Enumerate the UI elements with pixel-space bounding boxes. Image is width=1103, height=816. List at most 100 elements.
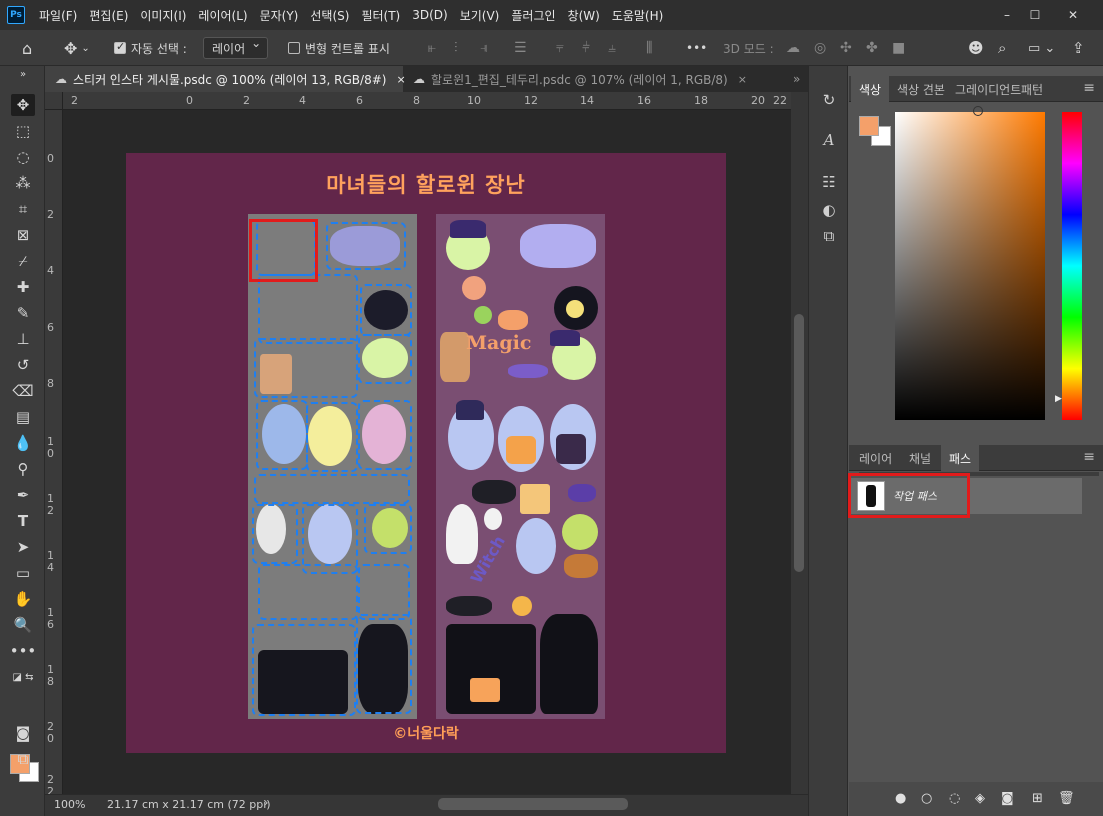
- user-icon[interactable]: ☻: [968, 30, 984, 66]
- marquee-tool-icon[interactable]: ⬚: [11, 120, 35, 142]
- fill-path-icon[interactable]: ●: [895, 791, 906, 806]
- status-arrow-icon[interactable]: ›: [264, 796, 268, 809]
- lasso-tool-icon[interactable]: ◌: [11, 146, 35, 168]
- align-top-icon[interactable]: ⫧: [556, 30, 564, 66]
- menu-help[interactable]: 도움말(H): [606, 7, 670, 24]
- crop-tool-icon[interactable]: ⌗: [11, 198, 35, 220]
- panel-menu-icon[interactable]: ≡: [1083, 449, 1095, 465]
- horizontal-scroll-thumb[interactable]: [438, 798, 628, 810]
- 3d-camera-icon[interactable]: ■: [892, 30, 905, 66]
- hue-slider-handle-icon[interactable]: ▶: [1055, 394, 1062, 404]
- brush-tool-icon[interactable]: ✎: [11, 302, 35, 324]
- character-panel-icon[interactable]: A: [817, 128, 841, 152]
- eraser-tool-icon[interactable]: ⌫: [11, 380, 35, 402]
- share-icon[interactable]: ⇪: [1072, 30, 1085, 66]
- 3d-orbit-icon[interactable]: ☁: [786, 30, 800, 66]
- menu-image[interactable]: 이미지(I): [134, 7, 192, 24]
- close-window-button[interactable]: ✕: [1058, 0, 1088, 30]
- restore-button[interactable]: ☐: [1020, 0, 1050, 30]
- rectangle-tool-icon[interactable]: ▭: [11, 562, 35, 584]
- magic-wand-tool-icon[interactable]: ⁂: [11, 172, 35, 194]
- more-tools-icon[interactable]: •••: [10, 640, 37, 662]
- menu-3d[interactable]: 3D(D): [406, 8, 453, 22]
- home-icon[interactable]: ⌂: [22, 30, 32, 66]
- healing-brush-icon[interactable]: ✚: [11, 276, 35, 298]
- vertical-scrollbar[interactable]: [791, 92, 808, 794]
- menu-view[interactable]: 보기(V): [454, 7, 506, 24]
- history-brush-icon[interactable]: ↺: [11, 354, 35, 376]
- sticker-sheet-paths[interactable]: [248, 214, 417, 719]
- tab-patterns[interactable]: 패턴: [1013, 76, 1051, 102]
- hand-tool-icon[interactable]: ✋: [11, 588, 35, 610]
- auto-select-checkbox[interactable]: [114, 40, 126, 54]
- hue-slider[interactable]: [1062, 112, 1082, 420]
- type-tool-icon[interactable]: T: [11, 510, 35, 532]
- screen-mode-icon[interactable]: ⧉: [11, 748, 35, 770]
- dodge-tool-icon[interactable]: ⚲: [11, 458, 35, 480]
- zoom-level[interactable]: 100%: [54, 798, 85, 811]
- transform-checkbox[interactable]: [288, 42, 300, 54]
- color-picker-cursor[interactable]: [973, 106, 983, 116]
- 3d-slide-icon[interactable]: ✤: [866, 30, 878, 66]
- make-path-icon[interactable]: ◈: [975, 791, 985, 806]
- align-right-icon[interactable]: ⫣: [480, 30, 488, 66]
- history-panel-icon[interactable]: ↻: [817, 88, 841, 112]
- align-middle-icon[interactable]: ⫩: [582, 30, 590, 66]
- libraries-panel-icon[interactable]: ⧉: [817, 224, 841, 248]
- document-canvas[interactable]: [126, 153, 726, 753]
- default-colors-icon[interactable]: ◪ ⇆: [11, 666, 35, 688]
- sticker-sheet-preview[interactable]: Magic Witch: [436, 214, 605, 719]
- move-tool-preset-icon[interactable]: ✥ ⌄: [64, 30, 90, 66]
- menu-filter[interactable]: 필터(T): [355, 7, 406, 24]
- more-options-button[interactable]: •••: [686, 30, 707, 66]
- menu-plugins[interactable]: 플러그인: [505, 7, 561, 24]
- align-left-icon[interactable]: ⫦: [428, 30, 436, 66]
- eyedropper-tool-icon[interactable]: ⌿: [11, 250, 35, 272]
- path-selection-icon[interactable]: ➤: [11, 536, 35, 558]
- menu-window[interactable]: 창(W): [562, 7, 606, 24]
- tab-swatches[interactable]: 색상 견본: [889, 76, 953, 102]
- distribute-vertical-icon[interactable]: ⫼: [646, 30, 652, 66]
- panel-menu-icon[interactable]: ≡: [1083, 80, 1095, 96]
- close-tab-icon[interactable]: ×: [738, 73, 747, 86]
- tab-sticker-doc[interactable]: ☁ 스티커 인스타 게시물.psdc @ 100% (레이어 13, RGB/8…: [45, 66, 406, 92]
- collapse-toolbar-icon[interactable]: »: [11, 68, 35, 80]
- align-bottom-icon[interactable]: ⫨: [608, 30, 616, 66]
- load-selection-icon[interactable]: ◌: [949, 791, 960, 806]
- workspace-icon[interactable]: ▭ ⌄: [1028, 30, 1055, 66]
- zoom-tool-icon[interactable]: 🔍: [11, 614, 35, 636]
- tab-halloween-doc[interactable]: ☁ 할로윈1_편집_테두리.psdc @ 107% (레이어 1, RGB/8)…: [403, 66, 747, 92]
- frame-tool-icon[interactable]: ⊠: [11, 224, 35, 246]
- distribute-icon[interactable]: ☰: [514, 30, 527, 66]
- minimize-button[interactable]: –: [992, 0, 1022, 30]
- gradient-tool-icon[interactable]: ▤: [11, 406, 35, 428]
- stroke-path-icon[interactable]: ○: [921, 791, 932, 806]
- tab-layers[interactable]: 레이어: [851, 445, 900, 471]
- foreground-color-swatch[interactable]: [859, 116, 879, 136]
- search-icon[interactable]: ⌕: [998, 30, 1006, 66]
- tab-paths[interactable]: 패스: [941, 445, 980, 471]
- delete-path-icon[interactable]: 🗑: [1058, 791, 1075, 806]
- transform-controls-toggle[interactable]: 변형 컨트롤 표시: [288, 30, 390, 66]
- adjustments-panel-icon[interactable]: ☷: [817, 170, 841, 194]
- new-path-icon[interactable]: ⊞: [1032, 791, 1043, 806]
- menu-file[interactable]: 파일(F): [33, 7, 83, 24]
- vertical-scroll-thumb[interactable]: [794, 314, 804, 572]
- auto-select-toggle[interactable]: 자동 선택 :: [114, 30, 187, 66]
- clone-stamp-icon[interactable]: ⊥: [11, 328, 35, 350]
- tab-overflow-icon[interactable]: »: [793, 66, 807, 92]
- quick-mask-icon[interactable]: ◙: [11, 722, 35, 744]
- tab-channels[interactable]: 채널: [901, 445, 939, 471]
- menu-type[interactable]: 문자(Y): [254, 7, 305, 24]
- menu-edit[interactable]: 편집(E): [83, 7, 134, 24]
- menu-layer[interactable]: 레이어(L): [192, 7, 253, 24]
- properties-panel-icon[interactable]: ◐: [817, 198, 841, 222]
- 3d-roll-icon[interactable]: ◎: [814, 30, 826, 66]
- align-center-icon[interactable]: ⫶: [454, 30, 458, 66]
- pen-tool-icon[interactable]: ✒: [11, 484, 35, 506]
- menu-select[interactable]: 선택(S): [304, 7, 355, 24]
- tab-color[interactable]: 색상: [851, 76, 890, 102]
- move-tool-icon[interactable]: ✥: [11, 94, 35, 116]
- color-picker-field[interactable]: [895, 112, 1045, 420]
- add-mask-icon[interactable]: ◙: [1001, 791, 1014, 806]
